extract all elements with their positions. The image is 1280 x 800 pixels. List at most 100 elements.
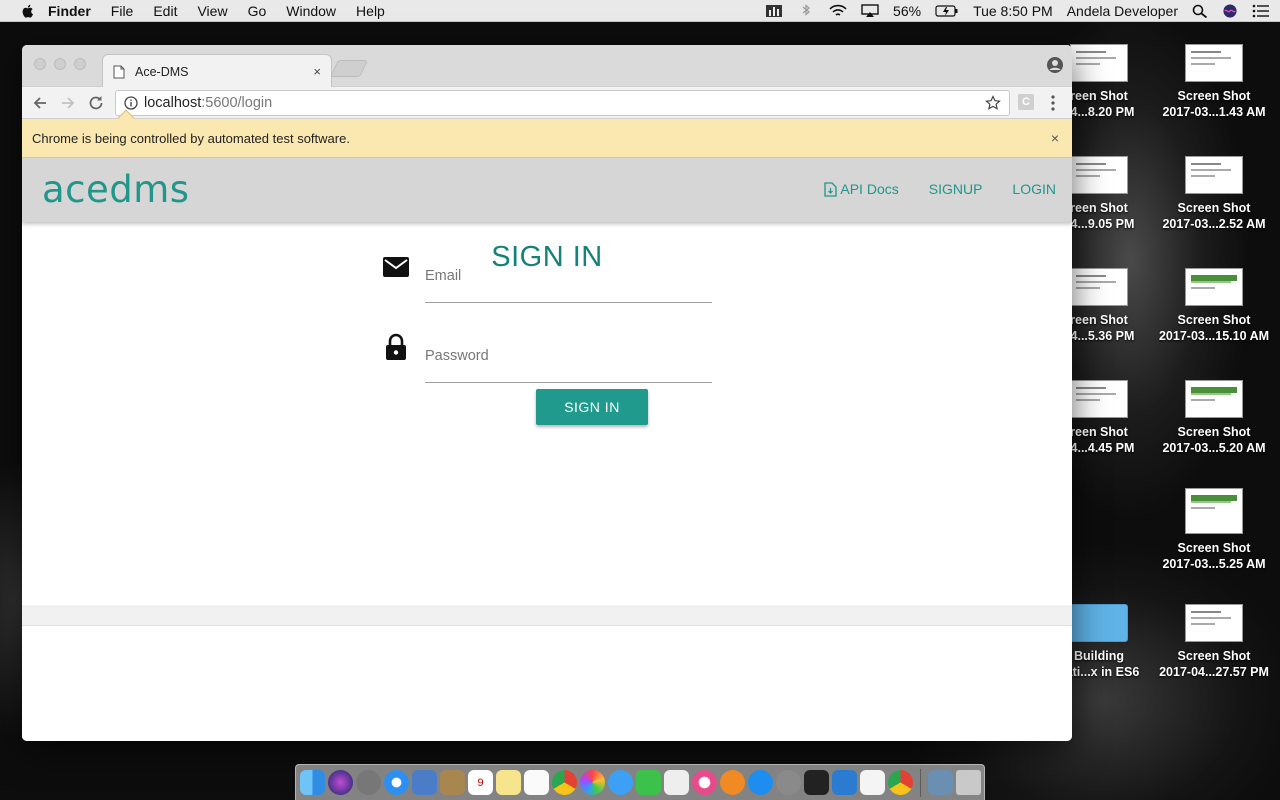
- address-bar[interactable]: localhost:5600/login: [115, 90, 1010, 116]
- desktop-file-screenshot[interactable]: Screen Shot 2017-03...2.52 AM: [1149, 156, 1279, 232]
- airplay-icon[interactable]: [861, 4, 879, 18]
- dock-siri-icon[interactable]: [328, 770, 353, 795]
- tab-ace-dms[interactable]: Ace-DMS ×: [102, 54, 332, 88]
- dock-preview-folder-icon[interactable]: [928, 770, 953, 795]
- forward-arrow-icon[interactable]: [59, 94, 77, 112]
- dock-itunes-icon[interactable]: [692, 770, 717, 795]
- desktop-file-screenshot[interactable]: Screen Shot 2017-03...5.20 AM: [1149, 380, 1279, 456]
- profile-icon[interactable]: [1046, 56, 1064, 74]
- file-thumbnail: [1070, 156, 1128, 194]
- dock-system-preferences-icon[interactable]: [776, 770, 801, 795]
- dock-app-store-icon[interactable]: [748, 770, 773, 795]
- infobar-message: Chrome is being controlled by automated …: [32, 130, 350, 146]
- nav-api-docs[interactable]: API Docs: [824, 181, 899, 197]
- email-input[interactable]: [425, 261, 712, 291]
- password-input[interactable]: [425, 341, 712, 371]
- file-thumbnail: [1185, 380, 1243, 418]
- dock-launchpad-icon[interactable]: [356, 770, 381, 795]
- desktop-file-screenshot[interactable]: Screen Shot 2017-04...27.57 PM: [1149, 604, 1279, 680]
- file-name-line2: 2017-03...5.25 AM: [1162, 557, 1266, 571]
- dock-chrome-icon[interactable]: [552, 770, 577, 795]
- file-name-line2: 2017-03...1.43 AM: [1162, 105, 1266, 119]
- notification-center-icon[interactable]: [1252, 4, 1270, 18]
- chrome-menu-icon[interactable]: [1048, 94, 1058, 112]
- user-name[interactable]: Andela Developer: [1067, 3, 1178, 19]
- menu-file[interactable]: File: [111, 3, 134, 19]
- istat-menus-icon[interactable]: [765, 4, 783, 18]
- dock-safari-icon[interactable]: [384, 770, 409, 795]
- file-thumbnail: [1185, 488, 1243, 534]
- tab-strip: Ace-DMS ×: [22, 45, 1072, 88]
- nav-api-docs-label: API Docs: [840, 181, 899, 197]
- close-tab-icon[interactable]: ×: [313, 64, 321, 79]
- dock-finder-icon[interactable]: [300, 770, 325, 795]
- file-name-line2: 2017-03...15.10 AM: [1158, 329, 1270, 343]
- file-name-line2: 2017-03...5.20 AM: [1162, 441, 1266, 455]
- dock-messages-icon[interactable]: [608, 770, 633, 795]
- menu-help[interactable]: Help: [356, 3, 385, 19]
- extension-icon[interactable]: C: [1018, 94, 1034, 110]
- dock-separator: [920, 768, 921, 797]
- desktop-file-screenshot[interactable]: Screen Shot 2017-03...1.43 AM: [1149, 44, 1279, 120]
- file-thumbnail: [1070, 268, 1128, 306]
- dock-vscode-icon[interactable]: [832, 770, 857, 795]
- dock-slack-icon[interactable]: [664, 770, 689, 795]
- brand-logo[interactable]: acedms: [42, 168, 190, 211]
- close-infobar-icon[interactable]: ×: [1051, 130, 1059, 146]
- clock[interactable]: Tue 8:50 PM: [973, 3, 1053, 19]
- info-icon[interactable]: [124, 96, 138, 110]
- email-envelope-icon: [383, 257, 409, 277]
- menu-bar: Finder File Edit View Go Window Help 56%…: [0, 0, 1280, 22]
- dock-ibooks-icon[interactable]: [720, 770, 745, 795]
- nav-login[interactable]: LOGIN: [1012, 181, 1056, 197]
- file-thumbnail: [1185, 156, 1243, 194]
- desktop-file-screenshot[interactable]: Screen Shot 2017-03...5.25 AM: [1149, 488, 1279, 572]
- sign-in-button[interactable]: SIGN IN: [536, 389, 648, 425]
- nav-signup[interactable]: SIGNUP: [929, 181, 983, 197]
- menu-finder[interactable]: Finder: [48, 3, 91, 19]
- dock-activity-monitor-icon[interactable]: [804, 770, 829, 795]
- nav-links: API Docs SIGNUP LOGIN: [824, 181, 1056, 197]
- battery-charging-icon[interactable]: [935, 4, 959, 18]
- close-window-button[interactable]: [34, 58, 46, 70]
- apple-icon[interactable]: [20, 3, 36, 19]
- document-download-icon: [824, 181, 838, 197]
- dock-calendar-icon[interactable]: 9: [468, 770, 493, 795]
- file-name-line2: 2017-04...27.57 PM: [1159, 665, 1269, 679]
- bluetooth-icon[interactable]: [797, 4, 815, 18]
- dock-reminders-icon[interactable]: [524, 770, 549, 795]
- password-field-group: [382, 333, 712, 383]
- file-thumbnail: [1070, 44, 1128, 82]
- reload-icon[interactable]: [87, 94, 105, 112]
- wifi-icon[interactable]: [829, 4, 847, 18]
- menu-window[interactable]: Window: [286, 3, 336, 19]
- dock-chrome-2-icon[interactable]: [888, 770, 913, 795]
- automation-infobar: Chrome is being controlled by automated …: [22, 109, 1072, 158]
- document-icon: [113, 65, 125, 78]
- spotlight-search-icon[interactable]: [1192, 4, 1208, 18]
- file-name-line1: Screen Shot: [1177, 425, 1251, 439]
- menu-edit[interactable]: Edit: [153, 3, 177, 19]
- siri-icon[interactable]: [1222, 4, 1238, 18]
- menu-view[interactable]: View: [197, 3, 227, 19]
- file-name-line1: Screen Shot: [1177, 649, 1251, 663]
- dock-trash-icon[interactable]: [956, 770, 981, 795]
- menu-go[interactable]: Go: [248, 3, 267, 19]
- app-navbar: acedms API Docs SIGNUP LOGIN: [22, 158, 1072, 222]
- folder-icon: [1070, 604, 1128, 642]
- zoom-window-button[interactable]: [74, 58, 86, 70]
- minimize-window-button[interactable]: [54, 58, 66, 70]
- dock-java-icon[interactable]: [860, 770, 885, 795]
- dock-photos-icon[interactable]: [580, 770, 605, 795]
- new-tab-button[interactable]: [330, 60, 368, 77]
- tab-title: Ace-DMS: [135, 64, 189, 79]
- dock-contacts-icon[interactable]: [440, 770, 465, 795]
- file-thumbnail: [1185, 268, 1243, 306]
- dock-notes-icon[interactable]: [496, 770, 521, 795]
- dock-facetime-icon[interactable]: [636, 770, 661, 795]
- dock-preview-icon[interactable]: [412, 770, 437, 795]
- bookmark-star-icon[interactable]: [985, 95, 1001, 111]
- desktop-file-screenshot[interactable]: Screen Shot 2017-03...15.10 AM: [1149, 268, 1279, 344]
- menu-bar-status: 56% Tue 8:50 PM Andela Developer: [765, 0, 1270, 22]
- back-arrow-icon[interactable]: [31, 94, 49, 112]
